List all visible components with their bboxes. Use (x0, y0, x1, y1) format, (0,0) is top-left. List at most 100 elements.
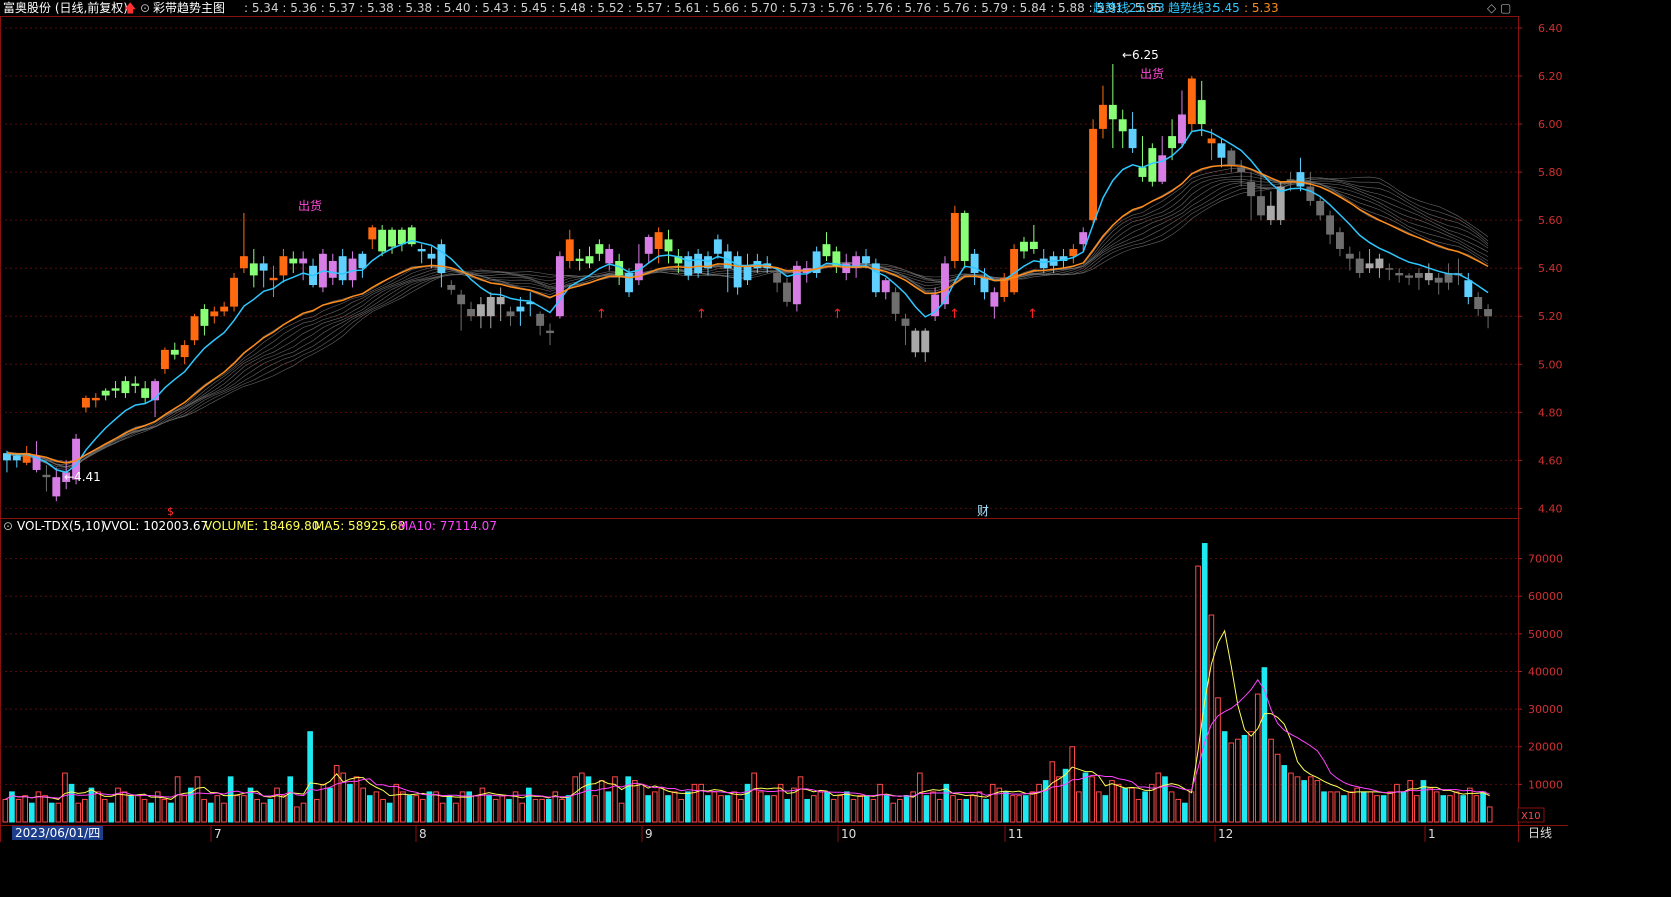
candle-body (595, 244, 604, 254)
candle-body (901, 318, 910, 326)
candle-body (1266, 205, 1275, 221)
candle-body (1375, 258, 1384, 269)
volume-bar (983, 798, 989, 823)
first-date-label: 2023/06/01/四 (12, 826, 104, 840)
volume-bar (1480, 791, 1486, 823)
candle-body (476, 304, 485, 317)
volume-bar (1201, 543, 1208, 823)
candle-body (457, 294, 466, 305)
volume-bar (287, 776, 294, 823)
volume-bar (426, 791, 433, 823)
candle-body (1414, 273, 1423, 278)
candle-body (378, 229, 387, 252)
volume-bar (526, 787, 532, 823)
volume-bar (148, 802, 154, 823)
volume-bar (168, 802, 174, 823)
candle-body (1434, 277, 1443, 283)
candle-body (960, 212, 969, 261)
candle-body (249, 263, 258, 276)
price-tick-label: 5.00 (1538, 358, 1563, 371)
volume-bar (486, 795, 492, 823)
volume-tick-label: 40000 (1528, 665, 1563, 678)
volume-bar (446, 795, 453, 823)
volume-bar (1102, 795, 1109, 823)
volume-bar (804, 798, 810, 823)
candle-body (862, 256, 870, 264)
buy-arrow-icon: ↑ (596, 307, 607, 322)
volume-indicator-name[interactable]: VOL-TDX(5,10) (17, 518, 105, 534)
high-price-label: ←6.25 (1122, 48, 1159, 62)
candle-body (575, 258, 584, 261)
volume-bar (88, 787, 95, 823)
trend3-label: 趋势线3: (1168, 1, 1216, 15)
indicator-name[interactable]: 彩带趋势主图 (153, 0, 225, 16)
window-icon[interactable]: ▢ (1500, 0, 1511, 16)
volume-bar (764, 795, 771, 823)
candle-body (1020, 241, 1028, 252)
candle-body (822, 244, 831, 257)
volume-bar (506, 798, 512, 823)
volume-bar (605, 791, 612, 823)
indicator-dropdown-icon[interactable]: ⊙ (140, 0, 150, 16)
price-tick-label: 5.40 (1538, 262, 1563, 275)
volume-bar (1281, 765, 1288, 823)
candle-body (743, 265, 752, 281)
candle-body (1178, 114, 1186, 144)
stock-title[interactable]: 富奥股份 (日线,前复权) (3, 0, 128, 16)
candle-body (170, 349, 179, 355)
candle-body (516, 306, 525, 312)
buy-arrow-icon: ↑ (1027, 307, 1038, 322)
volume-bar (1400, 791, 1407, 823)
candle-body (299, 258, 308, 264)
kline-chart[interactable]: 4.40 4.60 4.80 5.00 5.20 5.40 5.60 5.80 6.00 6.20… (0, 0, 1568, 843)
buy-arrow-icon: ↑ (696, 307, 707, 322)
candle-body (546, 330, 554, 334)
candle-body (437, 244, 446, 274)
volume-tick-label: 60000 (1528, 590, 1563, 603)
candle-body (1385, 268, 1394, 270)
candle-body (467, 309, 475, 317)
price-tick-label: 4.40 (1538, 502, 1563, 515)
candle-body (1306, 186, 1315, 201)
volume-bar (645, 795, 651, 823)
candle-body (950, 212, 959, 261)
candle-body (1405, 275, 1414, 278)
collapse-icon[interactable]: ◇ (1487, 0, 1496, 16)
candle-body (713, 239, 722, 254)
volume-dropdown-icon[interactable]: ⊙ (3, 518, 13, 534)
candle-body (664, 239, 673, 252)
candle-body (42, 474, 51, 478)
candle-body (151, 381, 159, 401)
candle-body (269, 277, 278, 281)
volume-bar (1321, 791, 1327, 823)
volume-bar (963, 798, 969, 823)
period-label[interactable]: 日线 (1528, 826, 1552, 840)
candle-body (1227, 150, 1236, 165)
volume-bar (824, 791, 830, 823)
volume-tick-label: 70000 (1528, 553, 1563, 566)
buy-arrow-icon: ↑ (949, 307, 960, 322)
volume-bar (347, 783, 353, 823)
candle-body (871, 263, 880, 293)
volume-bar (247, 787, 254, 823)
volume-bar (327, 787, 333, 823)
candle-body (792, 265, 801, 305)
candle-body (338, 256, 347, 281)
volume-bar (685, 791, 691, 823)
volume-bar (68, 783, 75, 823)
candle-body (230, 277, 238, 307)
chart-stage[interactable]: 4.40 4.60 4.80 5.00 5.20 5.40 5.60 5.80 6.00 6.20… (0, 0, 1568, 843)
candle-body (486, 297, 495, 317)
month-label: 1 (1428, 827, 1436, 841)
candle-body (259, 263, 268, 271)
price-tick-label: 5.20 (1538, 310, 1563, 323)
trend2-label: 趋势线2: (1093, 1, 1141, 15)
candle-body (1108, 104, 1117, 120)
candle-body (52, 477, 61, 497)
candle-body (141, 388, 150, 398)
low-price-label: ←4.41 (64, 470, 101, 484)
candle-body (1345, 253, 1354, 259)
volume-bar (923, 795, 930, 823)
month-label: 7 (214, 827, 222, 841)
vvol-value: VVOL: 102003.67 (103, 519, 209, 533)
